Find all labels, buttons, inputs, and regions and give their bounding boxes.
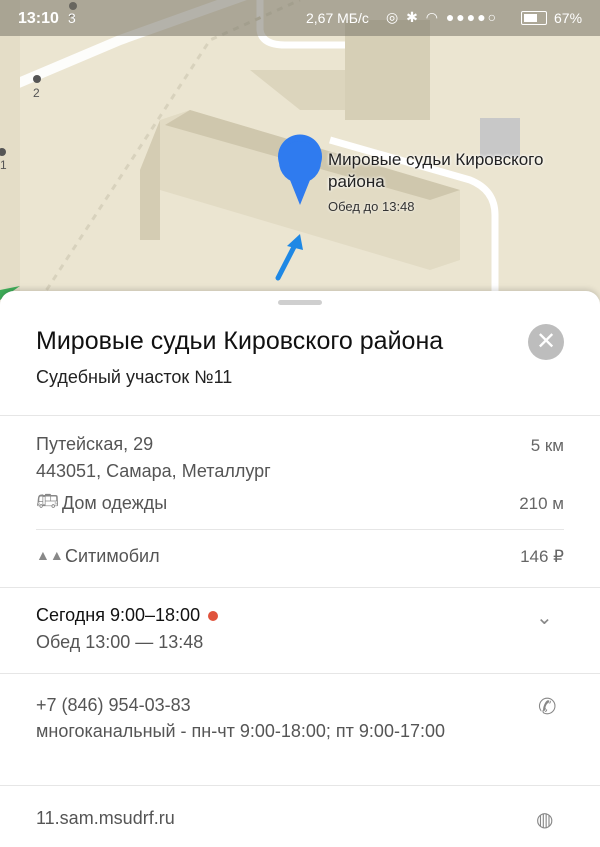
place-title: Мировые судьи Кировского района (36, 327, 444, 355)
bluetooth-icon: ✱ (406, 9, 420, 25)
place-card[interactable]: Мировые судьи Кировского района Судебный… (0, 291, 600, 847)
bus-icon: 🚌︎ (36, 491, 59, 511)
phone-note: многоканальный - пн-чт 9:00-18:00; пт 9:… (36, 721, 445, 741)
pin-label[interactable]: Мировые судьи Кировского района (328, 149, 598, 193)
house-number: 1 (0, 158, 7, 172)
divider (0, 587, 600, 588)
status-icons: ◎ ✱ ◠ ●●●●○ (386, 9, 498, 26)
globe-icon: ◍ (536, 809, 554, 831)
notification-count: 3 (68, 10, 76, 26)
pin-sublabel: Обед до 13:48 (328, 199, 415, 214)
cellular-icon: ●●●●○ (445, 9, 499, 25)
taxi-provider[interactable]: Ситимобил (65, 546, 160, 567)
map-view[interactable]: 3 2 1 Мировые судьи Кировского района Об… (0, 0, 600, 300)
house-number: 2 (33, 86, 40, 100)
phone-icon[interactable]: ✆ (538, 694, 556, 720)
address-link[interactable]: Путейская, 29 (36, 434, 153, 455)
transit-stop[interactable]: Дом одежды (62, 493, 167, 514)
divider (36, 529, 564, 530)
transit-distance: 210 м (519, 494, 564, 513)
taxi-price: 146 ₽ (520, 547, 564, 566)
network-speed: 2,67 МБ/с (306, 10, 369, 26)
sheet-grabber[interactable] (278, 300, 322, 305)
address-postal: 443051, Самара, Металлург (36, 461, 271, 481)
signal-icon: ◎ (386, 9, 401, 25)
battery-icon (521, 11, 547, 25)
status-bar: 13:10 3 2,67 МБ/с ◎ ✱ ◠ ●●●●○ 67% (0, 0, 600, 36)
divider (0, 673, 600, 674)
closed-status-dot (208, 611, 219, 622)
phone-link[interactable]: +7 (846) 954-03-83 (36, 695, 191, 716)
status-time: 13:10 (18, 10, 59, 27)
close-button[interactable]: ✕ (528, 324, 564, 360)
address-distance: 5 км (530, 436, 564, 455)
hours-today[interactable]: Сегодня 9:00–18:00 (36, 605, 219, 626)
wifi-icon: ◠ (425, 9, 440, 25)
hours-today-text: Сегодня 9:00–18:00 (36, 605, 201, 625)
chevron-down-icon[interactable]: ⌄ (536, 605, 553, 630)
close-icon: ✕ (535, 328, 557, 355)
place-subtitle: Судебный участок №11 (36, 367, 233, 387)
divider (0, 415, 600, 416)
divider (0, 785, 600, 786)
website-link[interactable]: 11.sam.msudrf.ru (36, 808, 175, 829)
battery-percent: 67% (554, 10, 583, 26)
hours-lunch: Обед 13:00 — 13:48 (36, 632, 204, 652)
taxi-icon: ▲▲ (36, 547, 64, 563)
